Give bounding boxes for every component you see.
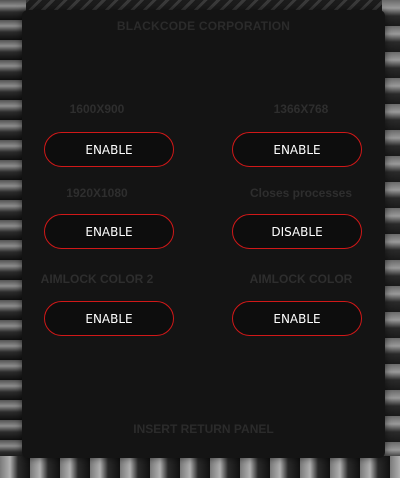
enable-1366x768-button[interactable]: ENABLE	[232, 132, 362, 167]
option-label-1920x1080: 1920X1080	[66, 186, 128, 200]
enable-1600x900-button[interactable]: ENABLE	[44, 132, 174, 167]
option-label-aimlock-color-2: AIMLOCK COLOR 2	[40, 272, 154, 286]
option-label-1366x768: 1366X768	[273, 102, 329, 116]
panel-title: BLACKCODE CORPORATION	[116, 19, 291, 33]
option-label-aimlock-color: AIMLOCK COLOR	[249, 272, 353, 286]
enable-1920x1080-button[interactable]: ENABLE	[44, 214, 174, 249]
option-label-1600x900: 1600X900	[69, 102, 125, 116]
control-panel: BLACKCODE CORPORATION 1600X900 ENABLE 13…	[22, 10, 385, 458]
option-label-closes-processes: Closes processes	[249, 186, 353, 200]
disable-closes-processes-button[interactable]: DISABLE	[232, 214, 362, 249]
enable-aimlock-color-button[interactable]: ENABLE	[232, 301, 362, 336]
enable-aimlock-color-2-button[interactable]: ENABLE	[44, 301, 174, 336]
panel-footer: INSERT RETURN PANEL	[133, 422, 274, 436]
background-edge-bottom	[0, 456, 400, 478]
